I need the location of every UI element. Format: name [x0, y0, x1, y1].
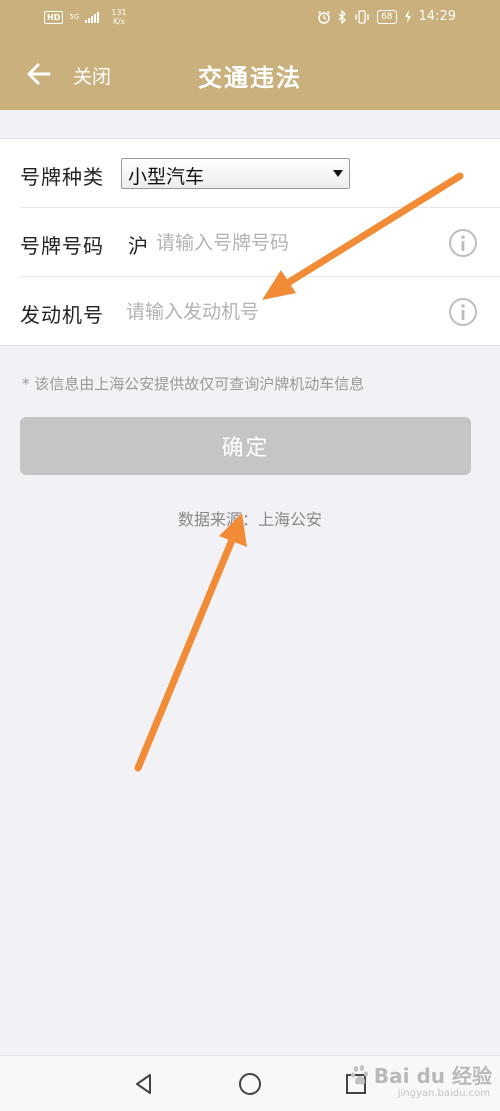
clock: 14:29	[418, 9, 456, 24]
paw-logo-icon	[350, 1064, 368, 1084]
annotation-arrow-source	[134, 513, 247, 772]
alarm-icon	[318, 10, 331, 24]
charging-icon	[404, 10, 411, 23]
engine-number-label: 发动机号	[20, 303, 104, 327]
baidu-watermark: Bai du 经验 jingyan.baidu.com	[350, 1060, 492, 1099]
plate-type-row: 号牌种类 小型汽车	[20, 139, 500, 208]
watermark-text: Bai du 经验	[373, 1064, 492, 1088]
battery-level: 68	[377, 9, 397, 24]
data-source-text: 数据来源：上海公安	[177, 510, 322, 529]
home-circle-icon[interactable]	[236, 1070, 264, 1098]
plate-number-row: 号牌号码 沪	[20, 208, 500, 277]
watermark-url: jingyan.baidu.com	[397, 1088, 490, 1099]
query-form: 号牌种类 小型汽车 号牌号码 沪 发动机号	[0, 138, 500, 346]
plate-type-value: 小型汽车	[128, 166, 205, 188]
status-left: HD 5G 131 K/s	[44, 8, 127, 26]
network-speed: 131 K/s	[111, 8, 126, 26]
hd-badge: HD	[44, 10, 64, 24]
signal-icon	[85, 11, 100, 23]
bluetooth-icon	[338, 9, 346, 24]
nav-bar: 关闭 交通违法	[0, 36, 500, 110]
status-right: 68 14:29	[317, 9, 456, 24]
info-note: * 该信息由上海公安提供故仅可查询沪牌机动车信息	[22, 375, 365, 393]
back-triangle-icon[interactable]	[130, 1070, 158, 1098]
speed-unit: K/s	[112, 17, 125, 26]
vibrate-icon	[355, 9, 369, 24]
plate-number-input[interactable]	[156, 224, 436, 262]
page-title: 交通违法	[198, 64, 302, 92]
plate-type-label: 号牌种类	[20, 165, 104, 189]
dropdown-arrow-icon	[333, 170, 343, 177]
plate-type-select[interactable]: 小型汽车	[121, 158, 350, 189]
engine-number-row: 发动机号	[20, 277, 500, 346]
speed-value: 131	[111, 8, 127, 17]
engine-number-input[interactable]	[126, 293, 436, 331]
plate-number-info-icon[interactable]	[448, 228, 478, 258]
confirm-button[interactable]: 确定	[20, 417, 471, 475]
status-bar: HD 5G 131 K/s 68 14:29	[0, 0, 500, 36]
engine-number-info-icon[interactable]	[448, 297, 478, 327]
network-type: 5G	[69, 13, 80, 21]
plate-prefix[interactable]: 沪	[128, 230, 148, 259]
plate-number-label: 号牌号码	[20, 234, 104, 258]
